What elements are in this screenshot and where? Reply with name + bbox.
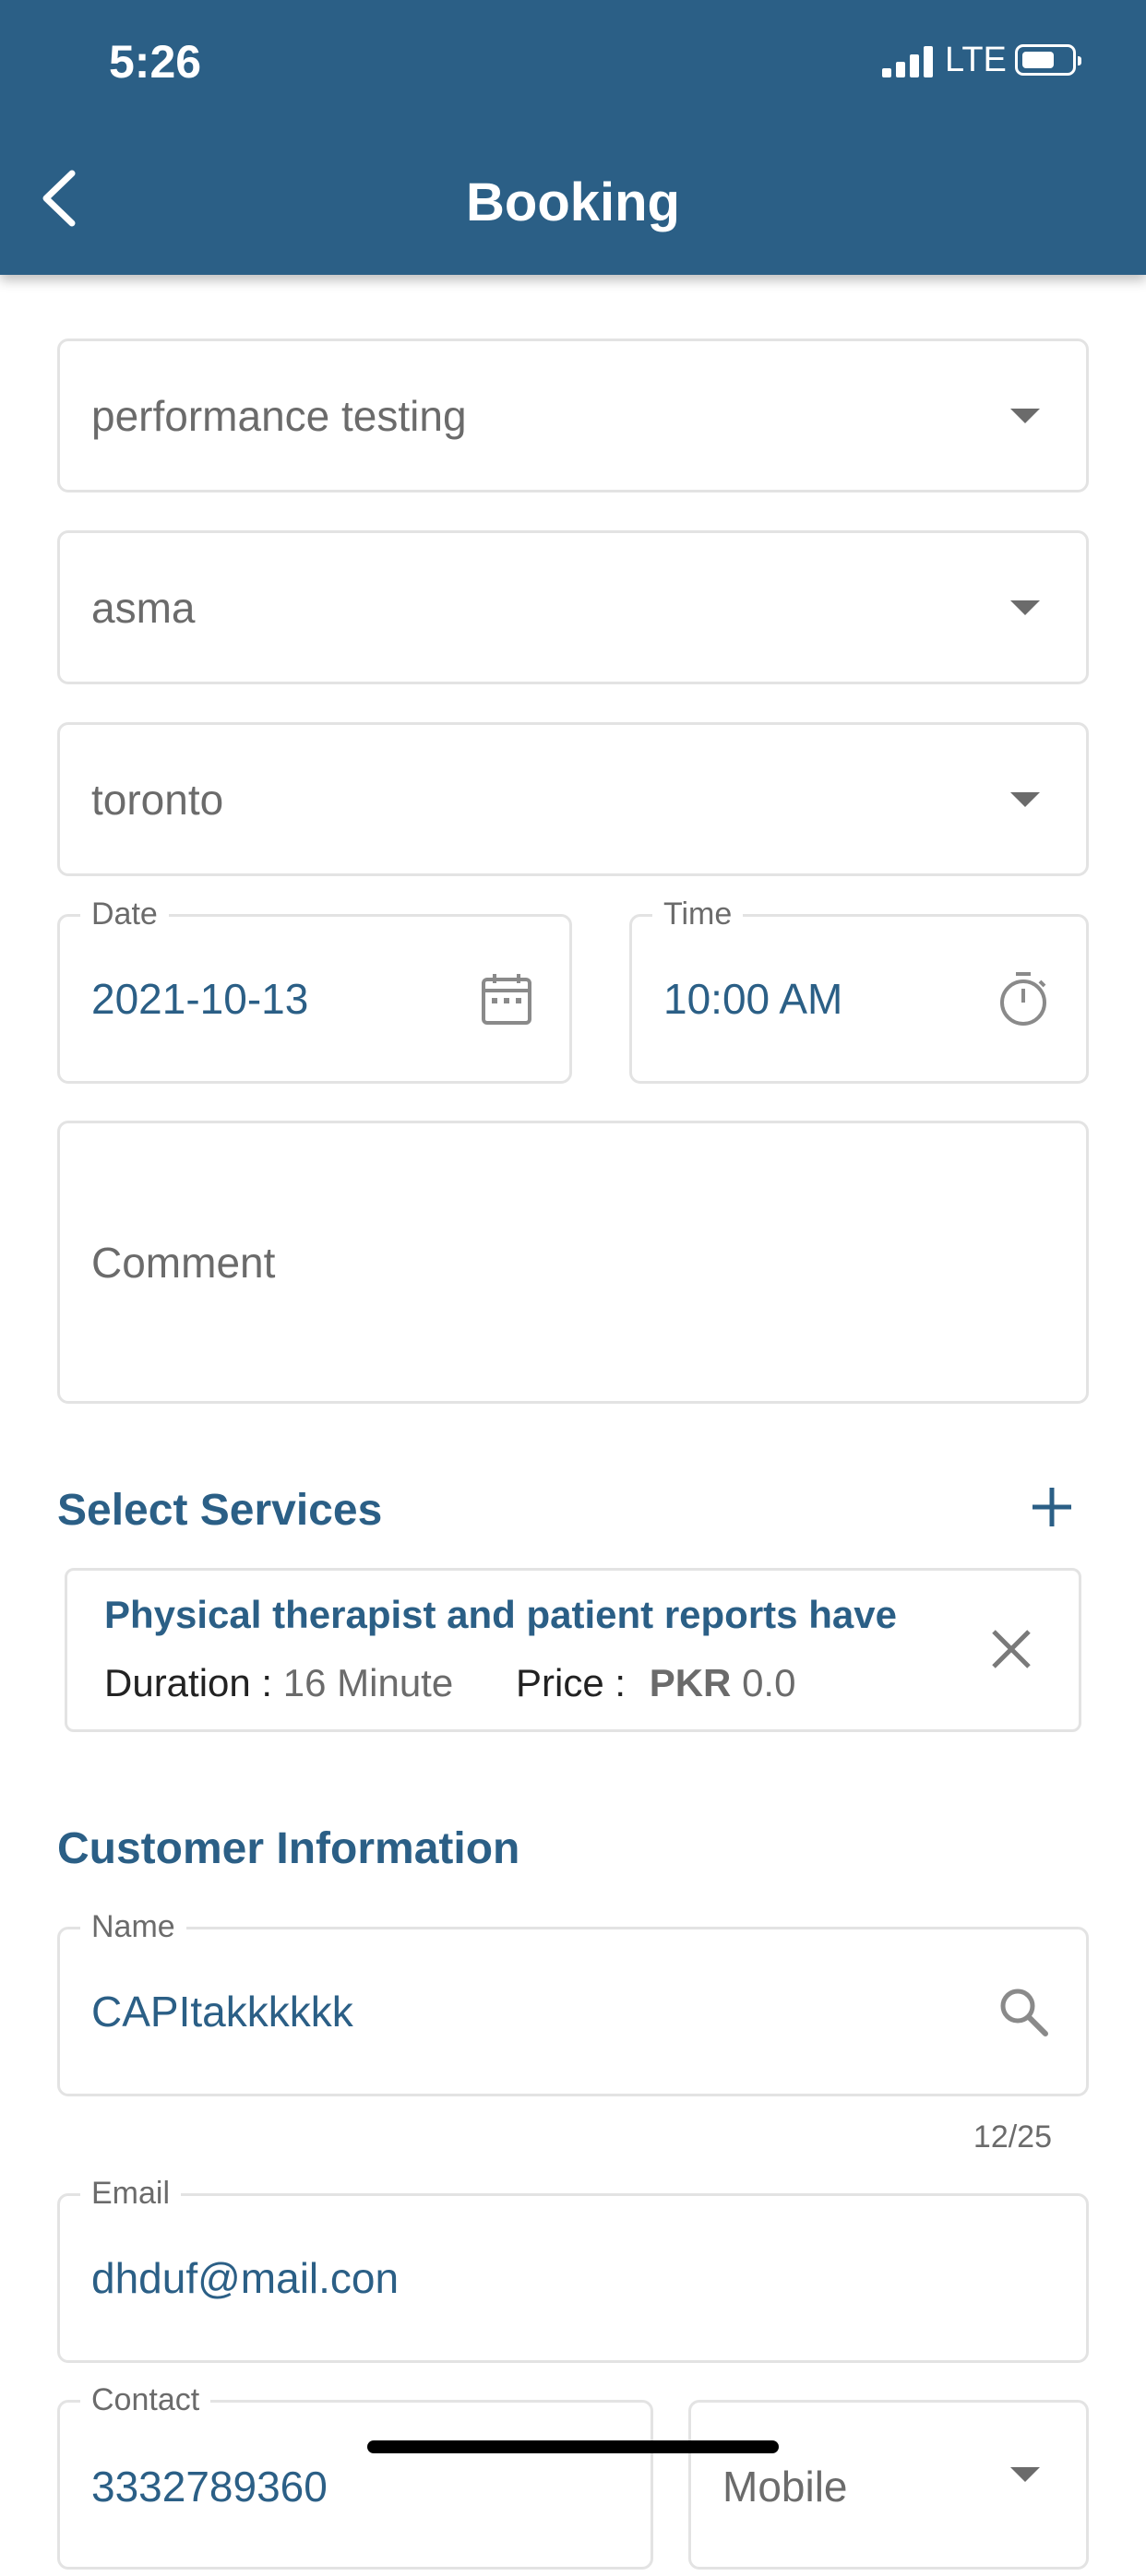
network-label: LTE <box>945 41 1007 79</box>
stopwatch-icon[interactable] <box>997 970 1049 1027</box>
contact-field[interactable]: Contact 3332789360 <box>57 2382 653 2570</box>
email-label: Email <box>80 2176 182 2212</box>
staff-value: asma <box>91 583 196 632</box>
signal-icon <box>882 46 933 77</box>
contact-type-value: Mobile <box>722 2463 848 2511</box>
battery-icon <box>1015 44 1081 76</box>
contact-label: Contact <box>80 2382 211 2418</box>
close-icon[interactable] <box>990 1628 1033 1670</box>
comment-placeholder: Comment <box>91 1238 276 1287</box>
customer-info-title: Customer Information <box>57 1824 520 1873</box>
select-services-title: Select Services <box>57 1486 383 1535</box>
staff-select[interactable]: asma <box>57 530 1089 684</box>
duration-value: 16 Minute <box>282 1661 454 1704</box>
price-label: Price : <box>516 1661 627 1704</box>
name-value: CAPItakkkkkk <box>91 1988 353 2036</box>
date-label: Date <box>80 896 169 932</box>
time-label: Time <box>652 896 744 932</box>
caret-down-icon <box>1010 2467 1040 2482</box>
comment-field[interactable]: Comment <box>57 1121 1089 1404</box>
home-indicator <box>367 2440 779 2453</box>
plus-icon[interactable] <box>1030 1485 1074 1529</box>
price-value: 0.0 <box>742 1661 796 1704</box>
calendar-icon[interactable] <box>481 972 532 1026</box>
page-title: Booking <box>466 172 680 232</box>
duration-label: Duration : <box>104 1661 273 1704</box>
status-time: 5:26 <box>109 36 202 88</box>
time-field[interactable]: Time 10:00 AM <box>629 896 1089 1084</box>
caret-down-icon <box>1010 791 1040 807</box>
price-currency: PKR <box>649 1661 732 1704</box>
name-char-counter: 12/25 <box>973 2119 1052 2155</box>
contact-type-select[interactable]: Mobile <box>688 2400 1089 2570</box>
service-item: Physical therapist and patient reports h… <box>65 1568 1081 1732</box>
search-icon[interactable] <box>997 1986 1049 2037</box>
name-label: Name <box>80 1909 186 1945</box>
service-price: Price : PKR 0.0 <box>516 1661 795 1705</box>
service-category-value: performance testing <box>91 391 467 440</box>
service-duration: Duration : 16 Minute <box>104 1661 453 1705</box>
service-category-select[interactable]: performance testing <box>57 338 1089 493</box>
email-field[interactable]: Email dhduf@mail.con <box>57 2176 1089 2363</box>
email-value: dhduf@mail.con <box>91 2254 400 2302</box>
service-name: Physical therapist and patient reports h… <box>104 1593 897 1636</box>
date-field[interactable]: Date 2021-10-13 <box>57 896 572 1084</box>
app-header: 5:26 LTE Booking <box>0 0 1146 275</box>
time-value: 10:00 AM <box>663 975 843 1023</box>
date-value: 2021-10-13 <box>91 975 309 1023</box>
name-field[interactable]: Name CAPItakkkkkk <box>57 1909 1089 2096</box>
caret-down-icon <box>1010 599 1040 615</box>
location-value: toronto <box>91 775 224 824</box>
caret-down-icon <box>1010 408 1040 423</box>
location-select[interactable]: toronto <box>57 722 1089 876</box>
